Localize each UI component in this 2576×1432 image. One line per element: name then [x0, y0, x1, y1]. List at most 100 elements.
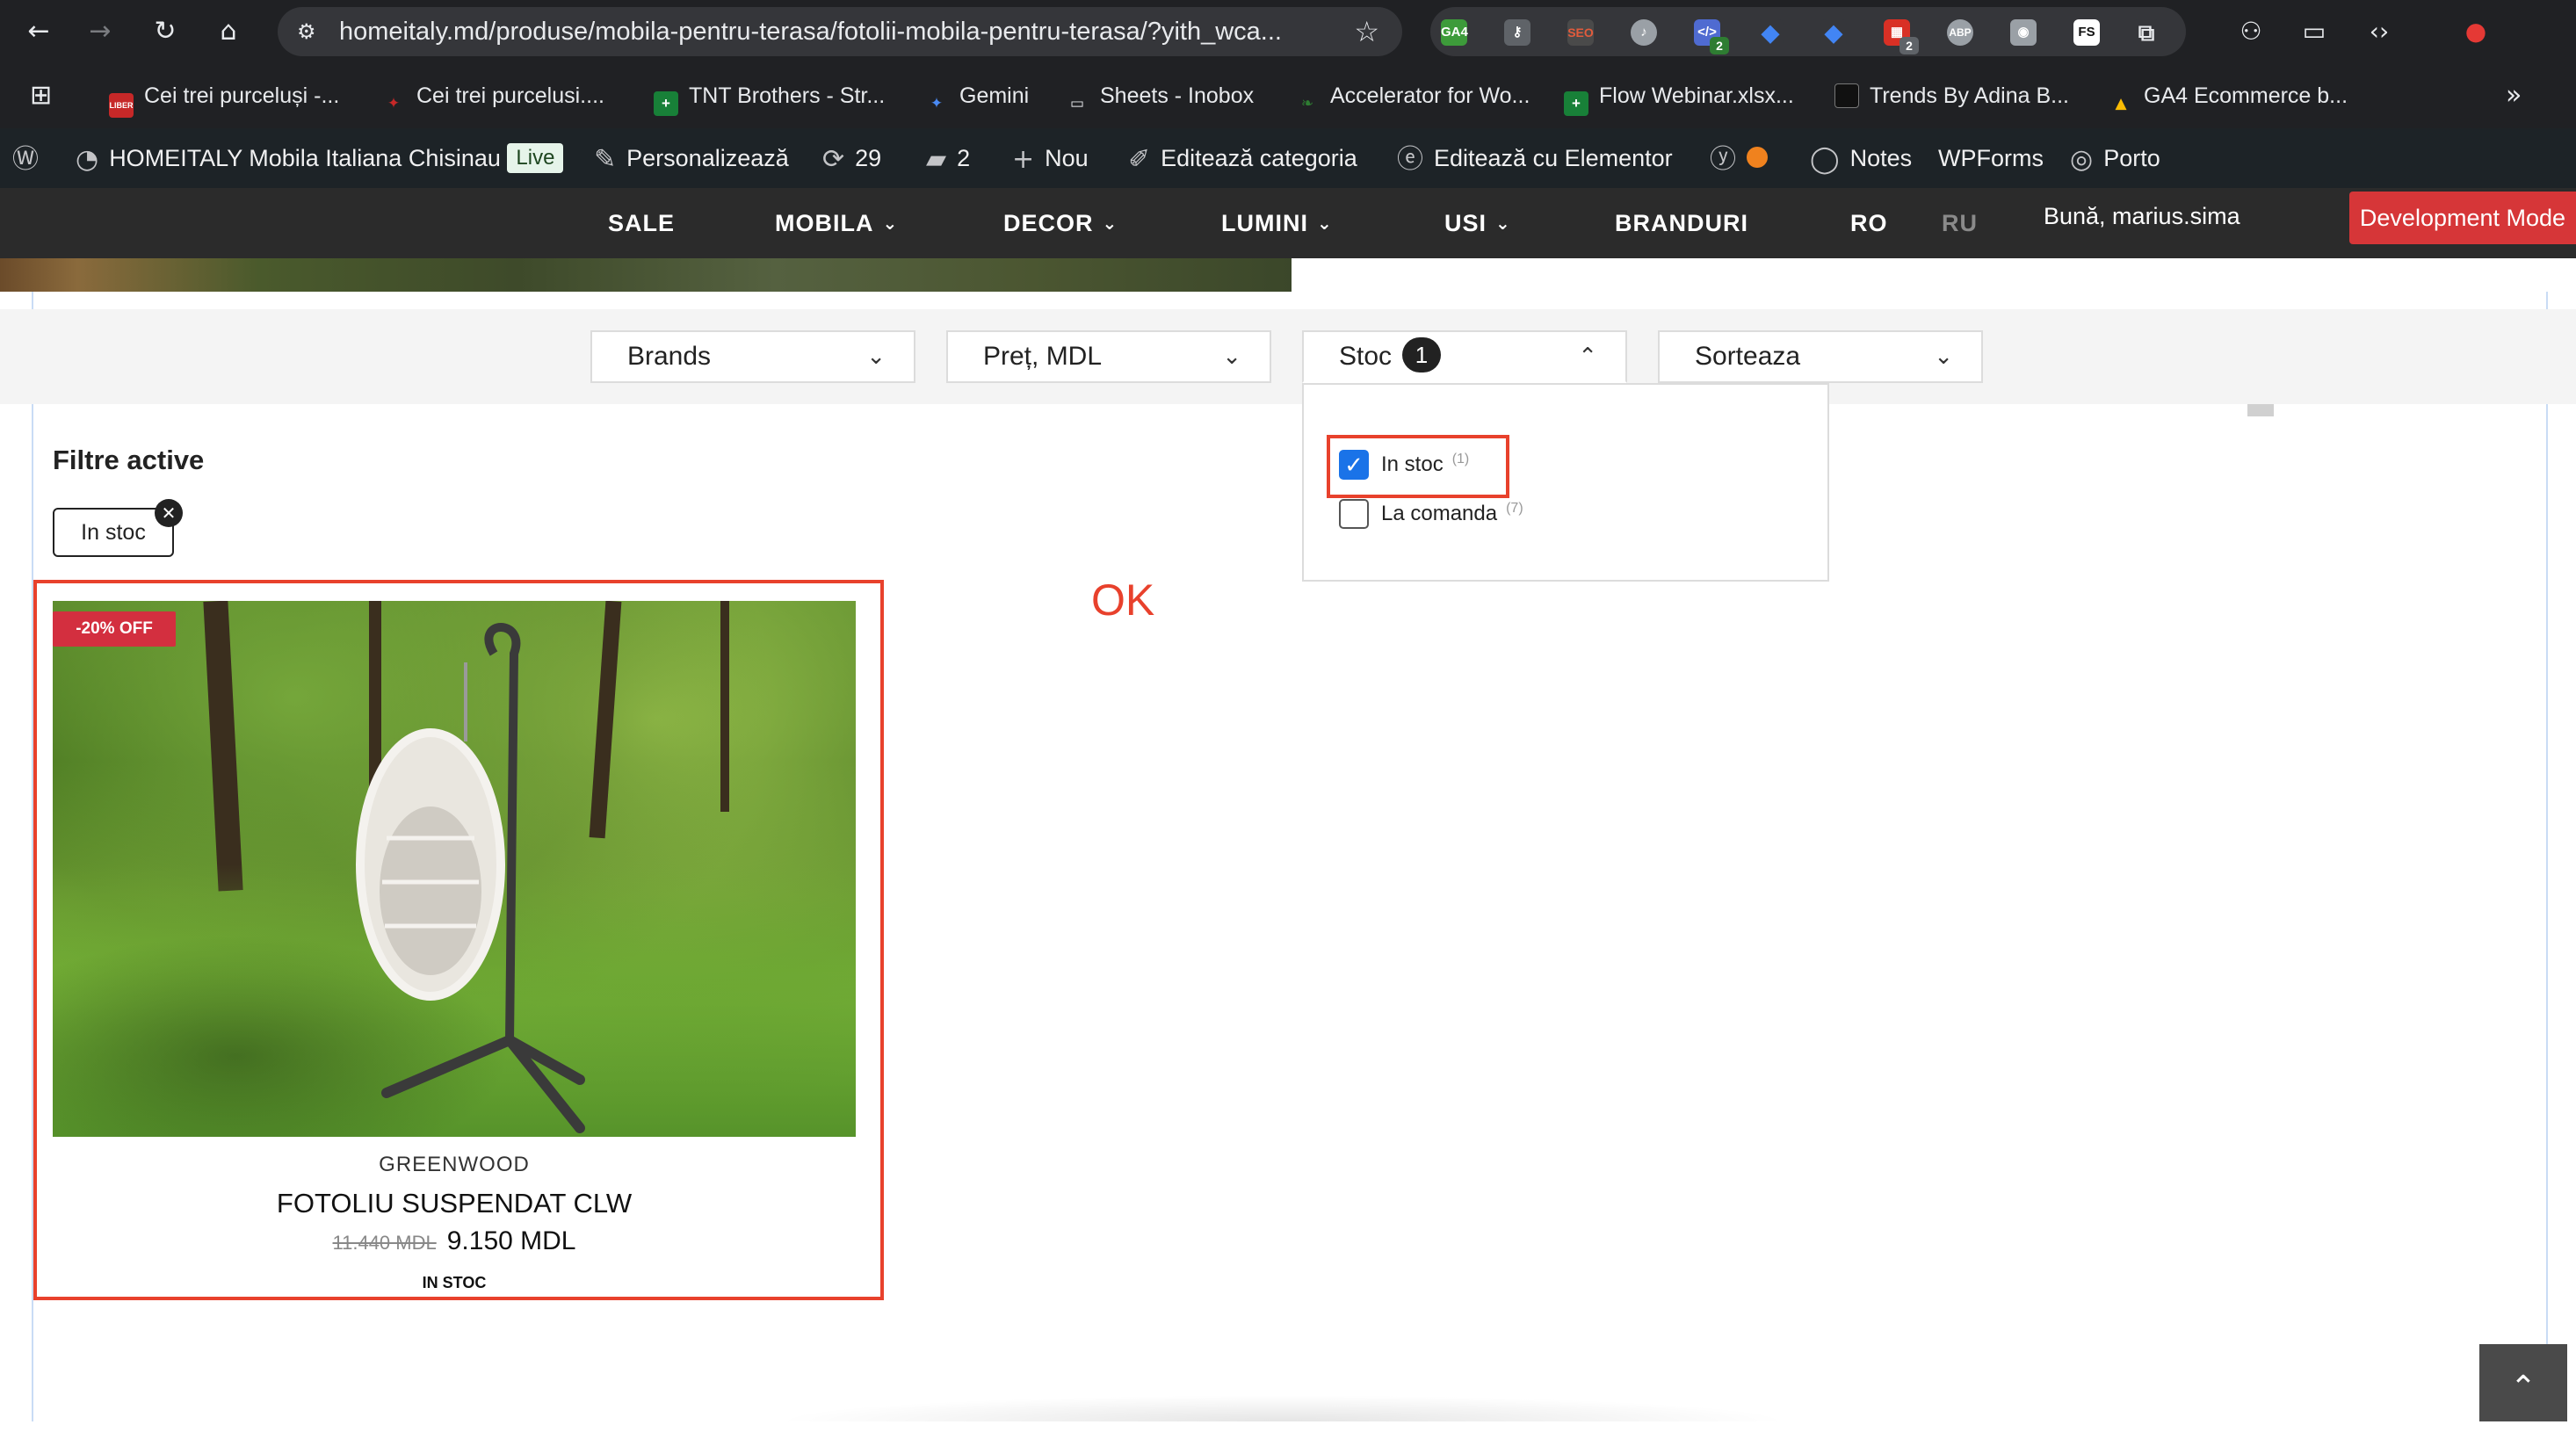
liber-icon: LIBER [109, 93, 134, 118]
stock-filter-dropdown[interactable]: Stoc 1 ⌃ [1302, 330, 1627, 383]
code-extension-badge: 2 [1710, 37, 1729, 54]
nav-item-mobila[interactable]: MOBILA ⌄ [775, 188, 898, 258]
container-guide [32, 292, 33, 309]
cart-icon[interactable]: ▯ [2323, 402, 2336, 431]
address-bar[interactable]: ⚙ homeitaly.md/produse/mobila-pentru-ter… [278, 7, 1402, 56]
nav-item-branduri[interactable]: BRANDURI [1615, 188, 1748, 258]
bookmark-item[interactable]: ▲ GA4 Ecommerce b... [2109, 79, 2348, 112]
nav-item-lumini[interactable]: LUMINI ⌄ [1221, 188, 1333, 258]
price-filter-dropdown[interactable]: Preț, MDL ⌄ [946, 330, 1271, 383]
wp-porto[interactable]: ◎ Porto [2070, 128, 2160, 188]
user-greeting[interactable]: Bună, marius.sima [2044, 181, 2240, 251]
maple-leaf-icon: ✦ [387, 95, 401, 112]
wordpress-logo-icon[interactable]: Ⓦ [12, 128, 49, 188]
chevron-down-icon: ⌄ [1934, 344, 1953, 370]
seo-extension-icon[interactable]: SEO [1567, 19, 1594, 46]
camera-extension-icon[interactable]: ◉ [2010, 19, 2037, 46]
incognito-icon[interactable]: ⚇ [2232, 12, 2270, 51]
sort-dropdown[interactable]: Sorteaza ⌄ [1658, 330, 1983, 383]
filter-bar [0, 309, 2576, 404]
nav-item-decor[interactable]: DECOR ⌄ [1003, 188, 1118, 258]
drive-icon: ▲ [2115, 95, 2127, 112]
bookmark-item[interactable]: ▭ Sheets - Inobox [1065, 79, 1254, 112]
wp-comments[interactable]: ▰ 2 [926, 128, 970, 188]
nav-item-sale[interactable]: SALE [608, 188, 675, 258]
nav-item-usi[interactable]: USI ⌄ [1444, 188, 1511, 258]
apps-grid-icon[interactable]: ⊞ [30, 79, 52, 112]
folder-icon: ▭ [1069, 95, 1085, 112]
bookmark-item[interactable]: + TNT Brothers - Str... [654, 79, 885, 116]
wp-site-name[interactable]: ◔ HOMEITALY Mobila Italiana Chisinau Live [76, 128, 564, 188]
hanging-chair-illustration [356, 623, 585, 1133]
home-icon[interactable]: ⌂ [209, 12, 248, 51]
development-mode-badge[interactable]: Development Mode [2349, 192, 2576, 244]
product-image[interactable] [53, 601, 856, 1137]
profile-avatar-icon[interactable]: ● [2457, 12, 2495, 51]
reload-icon[interactable]: ↻ [146, 12, 185, 51]
elementor-icon: ⓔ [1397, 144, 1423, 175]
container-guide [2546, 292, 2548, 309]
lang-ru[interactable]: RU [1942, 188, 1978, 258]
wp-notes[interactable]: ◯ Notes [1810, 128, 1912, 188]
wp-new[interactable]: + Nou [1012, 128, 1089, 188]
bookmark-item[interactable]: ❧ Accelerator for Wo... [1295, 79, 1530, 112]
chevron-down-icon: ⌄ [866, 344, 886, 370]
brush-icon: ✎ [594, 144, 617, 175]
calendar-extension-badge: 2 [1899, 37, 1919, 54]
devtools-icon[interactable]: ‹› [2360, 12, 2399, 51]
wp-updates[interactable]: ⟳ 29 [822, 128, 881, 188]
bookmark-item[interactable]: ✦ Gemini [924, 79, 1029, 112]
comment-icon: ▰ [926, 144, 947, 175]
scroll-to-top-button[interactable]: ⌃ [2479, 1344, 2567, 1421]
wp-elementor[interactable]: ⓔ Editează cu Elementor [1397, 128, 1673, 188]
url-text: homeitaly.md/produse/mobila-pentru-teras… [339, 18, 1282, 46]
brands-filter-dropdown[interactable]: Brands ⌄ [590, 330, 915, 383]
stock-status: IN STOC [422, 1274, 487, 1291]
tag-assistant-icon[interactable]: ◆ [1820, 19, 1847, 46]
on-order-option[interactable]: La comanda (7) [1381, 501, 1523, 526]
wp-admin-bar: Ⓦ ◔ HOMEITALY Mobila Italiana Chisinau Li… [0, 128, 2576, 188]
accelerator-icon: ❧ [1300, 95, 1314, 112]
adblock-extension-icon[interactable]: ABP [1947, 19, 1973, 46]
back-icon[interactable]: ← [19, 12, 58, 51]
lang-ro[interactable]: RO [1850, 188, 1888, 258]
bookmark-star-icon[interactable]: ☆ [1354, 7, 1379, 56]
chevron-down-icon: ⌄ [1495, 213, 1511, 234]
device-toolbar-icon[interactable]: ▭ [2295, 12, 2334, 51]
seo-status-dot [1747, 147, 1768, 168]
tag-extension-icon[interactable]: ◆ [1757, 19, 1784, 46]
dashboard-icon: ◔ [76, 144, 99, 175]
notes-icon: ◯ [1810, 144, 1840, 175]
remove-filter-close-icon[interactable]: ✕ [155, 499, 183, 527]
sheets-icon: + [654, 91, 678, 116]
bookmark-item[interactable]: + Flow Webinar.xlsx... [1564, 79, 1794, 116]
trends-icon [1834, 83, 1859, 108]
bookmark-item[interactable]: Trends By Adina B... [1834, 79, 2069, 112]
product-name[interactable]: FOTOLIU SUSPENDAT CLW [53, 1188, 856, 1219]
more-bookmarks-icon[interactable]: » [2506, 79, 2522, 112]
keys-extension-icon[interactable]: ⚷ [1504, 19, 1530, 46]
on-order-checkbox[interactable] [1339, 499, 1369, 529]
fs-extension-icon[interactable]: FS [2073, 19, 2100, 46]
product-brand[interactable]: GREENWOOD [53, 1153, 856, 1177]
wp-customize[interactable]: ✎ Personalizează [594, 128, 789, 188]
forward-icon[interactable]: → [81, 12, 119, 51]
yoast-icon[interactable]: ⓨ [1710, 128, 1768, 188]
site-info-icon[interactable]: ⚙ [297, 19, 322, 44]
category-banner-image [0, 258, 1292, 292]
annotation-note: OK [1091, 575, 1155, 625]
bookmark-item[interactable]: LIBER Cei trei purceluși -... [109, 79, 339, 118]
puzzle-extensions-icon[interactable]: ⧉ [2133, 19, 2160, 46]
wp-edit-category[interactable]: ✐ Editează categoria [1128, 128, 1357, 188]
bookmark-item[interactable]: ✦ Cei trei purcelusi.... [381, 79, 604, 112]
footer-shadow [773, 1395, 1792, 1421]
updates-icon: ⟳ [822, 144, 845, 175]
gemini-icon: ✦ [930, 95, 944, 112]
wp-wpforms[interactable]: WPForms [1938, 128, 2044, 188]
ga4-extension-icon[interactable]: GA4 [1441, 19, 1468, 46]
old-price: 11.440 MDL [332, 1232, 437, 1254]
chevron-down-icon: ⌄ [1316, 213, 1333, 234]
active-filters-title: Filtre active [53, 445, 205, 475]
music-extension-icon[interactable]: ♪ [1631, 19, 1657, 46]
chevron-up-icon: ⌃ [1578, 344, 1597, 370]
